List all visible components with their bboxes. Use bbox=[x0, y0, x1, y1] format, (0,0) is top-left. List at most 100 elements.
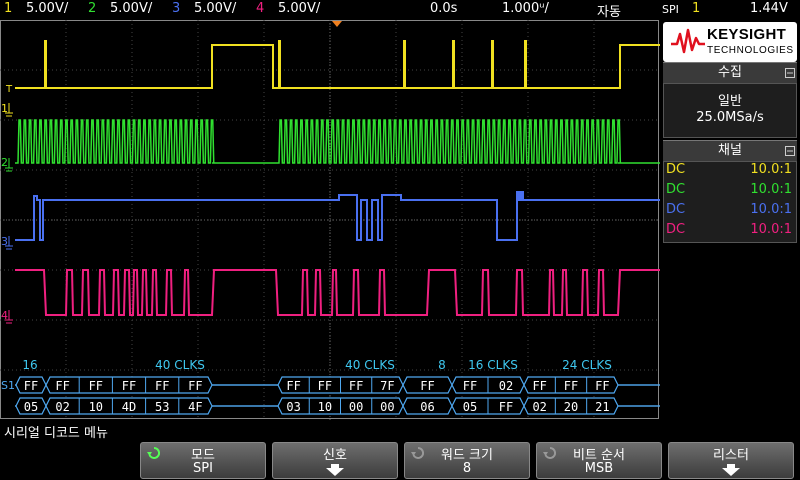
mosi-byte: FF bbox=[155, 379, 169, 393]
channel-header-label: 채널 bbox=[718, 143, 742, 158]
trigger-mode[interactable]: 자동 bbox=[597, 1, 621, 20]
signal-softkey[interactable]: 신호 bbox=[272, 442, 398, 479]
ch3-scale[interactable]: 5.00V/ bbox=[194, 1, 236, 16]
miso-byte: 06 bbox=[420, 400, 434, 414]
miso-byte: 02 bbox=[55, 400, 69, 414]
coupling: DC bbox=[666, 222, 686, 237]
mosi-byte: FF bbox=[564, 379, 578, 393]
channel-row[interactable]: DC 10.0:1 bbox=[666, 162, 794, 182]
mosi-byte: FF bbox=[463, 379, 477, 393]
mode-value: SPI bbox=[193, 461, 213, 476]
bus-annotation: 24 CLKS bbox=[562, 358, 612, 372]
trigger-level[interactable]: 1.44V bbox=[750, 1, 788, 16]
waveform-display[interactable]: T 1 2 3 4 S1 FF FF FF FF FF FF FF FF FF 7F FF FF 02 F… bbox=[0, 20, 660, 420]
serial-decode-bus[interactable]: S1 FF FF FF FF FF FF FF FF FF 7F FF FF 02 FF FF FF 05 02 1… bbox=[1, 358, 660, 415]
collapse-icon[interactable] bbox=[785, 146, 795, 156]
acquisition-header[interactable]: 수집 bbox=[663, 62, 797, 83]
bus-annotation: 40 CLKS bbox=[155, 358, 205, 372]
mosi-byte: FF bbox=[188, 379, 202, 393]
miso-byte: 02 bbox=[532, 400, 546, 414]
word-size-softkey[interactable]: 워드 크기 8 bbox=[404, 442, 530, 479]
lister-label: 리스터 bbox=[713, 448, 749, 463]
bus-annotation: 8 bbox=[438, 358, 446, 372]
channel-row[interactable]: DC 10.0:1 bbox=[666, 202, 794, 222]
ch2-ground-marker[interactable]: 2 bbox=[1, 156, 13, 172]
probe-ratio: 10.0:1 bbox=[750, 162, 792, 177]
miso-byte: 10 bbox=[318, 400, 332, 414]
ch2-scale[interactable]: 5.00V/ bbox=[110, 1, 152, 16]
ch1-scale[interactable]: 5.00V/ bbox=[26, 1, 68, 16]
bit-order-value: MSB bbox=[584, 461, 614, 476]
bus-annotation: 40 CLKS bbox=[345, 358, 395, 372]
trigger-position-marker[interactable] bbox=[332, 21, 342, 27]
brand-sub: TECHNOLOGIES bbox=[707, 45, 794, 56]
miso-byte: 03 bbox=[286, 400, 300, 414]
ch1-number[interactable]: 1 bbox=[4, 1, 12, 16]
time-position[interactable]: 0.0s bbox=[430, 1, 457, 16]
acquisition-mode: 일반 bbox=[718, 94, 742, 109]
mosi-byte: FF bbox=[55, 379, 69, 393]
trigger-level-label: T bbox=[5, 84, 13, 95]
graticule bbox=[0, 20, 660, 420]
acquisition-header-label: 수집 bbox=[718, 65, 742, 80]
ch2-marker-label: 2 bbox=[1, 156, 8, 169]
ch2-number[interactable]: 2 bbox=[88, 1, 96, 16]
mode-softkey[interactable]: 모드 SPI bbox=[140, 442, 266, 479]
lister-softkey[interactable]: 리스터 bbox=[668, 442, 794, 479]
channel-header[interactable]: 채널 bbox=[663, 140, 797, 161]
menu-title: 시리얼 디코드 메뉴 bbox=[4, 426, 108, 441]
coupling: DC bbox=[666, 202, 686, 217]
miso-byte: 53 bbox=[155, 400, 169, 414]
miso-byte: 21 bbox=[595, 400, 609, 414]
mosi-byte: FF bbox=[595, 379, 609, 393]
ch1-trace bbox=[15, 40, 660, 89]
miso-byte: 00 bbox=[349, 400, 363, 414]
bus-annotation: 16 CLKS bbox=[468, 358, 518, 372]
status-bar: 1 5.00V/ 2 5.00V/ 3 5.00V/ 4 5.00V/ 0.0s… bbox=[0, 0, 800, 20]
miso-byte: FF bbox=[499, 400, 513, 414]
serial-bus-marker: S1 bbox=[1, 379, 15, 392]
trigger-type[interactable]: SPI bbox=[662, 3, 679, 16]
mosi-byte: FF bbox=[318, 379, 332, 393]
ch3-ground-marker[interactable]: 3 bbox=[1, 235, 13, 250]
signal-label: 신호 bbox=[323, 448, 347, 463]
collapse-icon[interactable] bbox=[785, 68, 795, 78]
trigger-source[interactable]: 1 bbox=[692, 1, 700, 16]
miso-byte: 4F bbox=[188, 400, 202, 414]
ch4-number[interactable]: 4 bbox=[256, 1, 264, 16]
info-panel: KEYSIGHT TECHNOLOGIES 수집 일반 25.0MSa/s 채널… bbox=[660, 20, 800, 440]
channel-row[interactable]: DC 10.0:1 bbox=[666, 182, 794, 202]
probe-ratio: 10.0:1 bbox=[750, 182, 792, 197]
mosi-byte: FF bbox=[532, 379, 546, 393]
mosi-byte: 7F bbox=[380, 379, 394, 393]
submenu-arrow-icon bbox=[722, 464, 740, 476]
brand-name: KEYSIGHT bbox=[707, 26, 787, 43]
sample-rate: 25.0MSa/s bbox=[696, 110, 764, 125]
time-scale[interactable]: 1.000ᵘ/ bbox=[502, 1, 549, 16]
coupling: DC bbox=[666, 162, 686, 177]
ch1-ground-marker[interactable]: T 1 bbox=[1, 84, 13, 117]
miso-byte: 05 bbox=[24, 400, 38, 414]
bus-annotation: 16 bbox=[22, 358, 37, 372]
miso-byte: 20 bbox=[564, 400, 578, 414]
coupling: DC bbox=[666, 182, 686, 197]
acquisition-body: 일반 25.0MSa/s bbox=[663, 83, 797, 138]
mosi-byte: FF bbox=[24, 379, 38, 393]
mosi-byte: FF bbox=[349, 379, 363, 393]
ch3-trace bbox=[15, 191, 660, 241]
miso-byte: 10 bbox=[89, 400, 103, 414]
channel-row[interactable]: DC 10.0:1 bbox=[666, 222, 794, 242]
mosi-byte: FF bbox=[286, 379, 300, 393]
mosi-byte: FF bbox=[89, 379, 103, 393]
ch2-trace bbox=[15, 119, 660, 164]
probe-ratio: 10.0:1 bbox=[750, 222, 792, 237]
keysight-wave-icon bbox=[671, 28, 705, 54]
ch4-ground-marker[interactable]: 4 bbox=[1, 309, 13, 324]
submenu-arrow-icon bbox=[326, 464, 344, 476]
mosi-byte: 02 bbox=[499, 379, 513, 393]
bit-order-softkey[interactable]: 비트 순서 MSB bbox=[536, 442, 662, 479]
miso-byte: 00 bbox=[380, 400, 394, 414]
ch4-scale[interactable]: 5.00V/ bbox=[278, 1, 320, 16]
ch3-number[interactable]: 3 bbox=[172, 1, 180, 16]
channel-body: DC 10.0:1 DC 10.0:1 DC 10.0:1 DC 10.0:1 bbox=[663, 161, 797, 243]
